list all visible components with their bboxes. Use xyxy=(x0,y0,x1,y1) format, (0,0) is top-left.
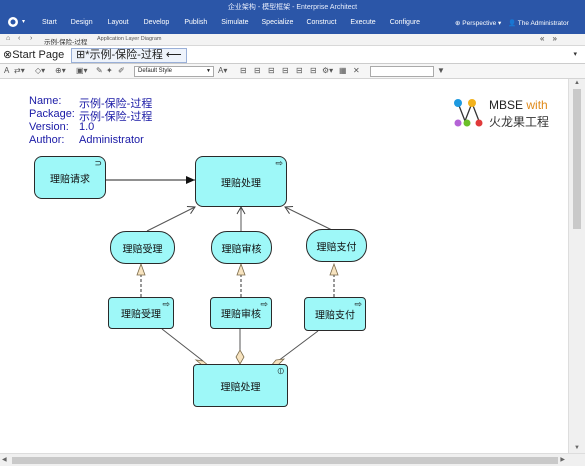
realization-arrowhead-review xyxy=(236,262,246,276)
text-color-icon[interactable]: A▾ xyxy=(218,66,227,75)
align-top-icon[interactable]: ⊟ xyxy=(282,66,289,75)
menu-start[interactable]: Start xyxy=(42,19,57,26)
tab-bar: ⊗Start Page ⊞*示例-保险-过程 ⟵ ▾ xyxy=(0,47,585,64)
menu-design[interactable]: Design xyxy=(71,19,93,26)
chevron-down-icon: ▼ xyxy=(206,68,211,74)
user-label: The Administrator xyxy=(517,20,569,27)
paint-icon[interactable]: ✦ xyxy=(106,66,113,75)
scroll-left-icon[interactable]: ◀ xyxy=(2,456,7,463)
composition-diamond-review xyxy=(235,349,245,365)
breadcrumb: ⌂ ‹ › 示例-保险-过程 Application Layer Diagram… xyxy=(0,34,585,46)
process-arrow-icon: ⇨ xyxy=(275,158,283,168)
node-review-process[interactable]: ⇨ 理赔审核 xyxy=(210,297,272,329)
delete-icon[interactable]: ✕ xyxy=(353,66,360,75)
scroll-down-icon[interactable]: ▼ xyxy=(574,445,580,451)
diagram-tab-icon: ⊞ xyxy=(76,49,86,61)
style-select-value: Default Style xyxy=(138,68,173,74)
align-left-icon[interactable]: ⊟ xyxy=(240,66,247,75)
brush-icon[interactable]: ✎ xyxy=(96,66,103,75)
home-icon[interactable]: ⌂ xyxy=(6,35,10,42)
menu-publish[interactable]: Publish xyxy=(184,19,207,26)
scroll-up-icon[interactable]: ▲ xyxy=(574,80,580,86)
align-middle-icon[interactable]: ⊟ xyxy=(296,66,303,75)
menu-develop[interactable]: Develop xyxy=(144,19,170,26)
style-select[interactable]: Default Style ▼ xyxy=(134,66,214,77)
horizontal-scroll-thumb[interactable] xyxy=(12,457,558,464)
breadcrumb-path[interactable]: 示例-保险-过程 xyxy=(44,36,87,46)
collapse-arrows-icon[interactable]: «» xyxy=(540,34,565,43)
edge-bottom-to-pay[interactable] xyxy=(277,330,319,362)
edge-accept-to-process[interactable] xyxy=(146,206,196,232)
tab-start-label: Start Page xyxy=(12,49,65,61)
node-review-service[interactable]: 理赔审核 xyxy=(211,231,272,264)
node-label: 理赔受理 xyxy=(122,244,163,255)
interface-icon: ⦶ xyxy=(277,366,284,376)
pen-icon[interactable]: ✐ xyxy=(118,66,125,75)
node-pay-process[interactable]: ⇨ 理赔支付 xyxy=(304,297,366,331)
diagram-canvas[interactable]: Name: 示例-保险-过程 Package: 示例-保险-过程 Version… xyxy=(0,79,568,453)
node-pay-service[interactable]: 理赔支付 xyxy=(306,229,367,262)
grid-icon[interactable]: ▦ xyxy=(339,66,347,75)
zoom-icon[interactable]: ⊕▾ xyxy=(55,66,66,75)
tab-diagram-label: *示例-保险-过程 xyxy=(85,49,163,61)
menu-simulate[interactable]: Simulate xyxy=(221,19,248,26)
node-claim-process-top[interactable]: ⇨ 理赔处理 xyxy=(195,156,287,207)
event-icon: ⊃ xyxy=(94,158,102,168)
vertical-scroll-thumb[interactable] xyxy=(573,89,581,229)
forward-icon[interactable]: › xyxy=(30,35,32,42)
breadcrumb-diagram-type: Application Layer Diagram xyxy=(97,36,162,42)
tab-diagram[interactable]: ⊞*示例-保险-过程 ⟵ xyxy=(71,48,187,63)
shape-icon[interactable]: ◇▾ xyxy=(35,66,45,75)
realization-arrowhead-accept xyxy=(136,262,146,276)
tools-icon[interactable]: ⚙▾ xyxy=(322,66,333,75)
node-label: 理赔处理 xyxy=(221,178,261,189)
tab-start-page[interactable]: ⊗Start Page xyxy=(3,48,64,63)
scroll-right-icon[interactable]: ▶ xyxy=(560,456,565,463)
perspective-button[interactable]: ⊕ Perspective ▾ xyxy=(455,19,501,27)
back-icon[interactable]: ‹ xyxy=(18,35,20,42)
menu-construct[interactable]: Construct xyxy=(306,19,336,26)
layout-icon[interactable]: ⇄▾ xyxy=(14,66,25,75)
window-title: 企业架构 - 模型框架 - Enterprise Architect xyxy=(227,4,358,11)
node-label: 理赔支付 xyxy=(315,310,355,322)
main-menu: Start Design Layout Develop Publish Simu… xyxy=(42,19,420,26)
node-label: 理赔处理 xyxy=(220,382,261,393)
menu-layout[interactable]: Layout xyxy=(108,19,129,26)
vertical-scrollbar[interactable]: ▲ ▼ xyxy=(568,79,585,453)
horizontal-scrollbar[interactable]: ◀ ▶ xyxy=(0,453,585,466)
diagram-toolbar: A ⇄▾ ◇▾ ⊕▾ ▣▾ ✎ ✦ ✐ Default Style ▼ A▾ ⊟ … xyxy=(0,64,585,79)
title-ribbon-bar: 企业架构 - 模型框架 - Enterprise Architect ▾ Sta… xyxy=(0,0,585,34)
menu-configure[interactable]: Configure xyxy=(390,19,420,26)
perspective-label: Perspective xyxy=(462,20,497,27)
font-icon[interactable]: A xyxy=(4,66,9,75)
menu-specialize[interactable]: Specialize xyxy=(262,19,294,26)
align-bottom-icon[interactable]: ⊟ xyxy=(310,66,317,75)
node-accept-service[interactable]: 理赔受理 xyxy=(110,231,175,264)
node-label: 理赔支付 xyxy=(316,242,357,253)
toolbar-search-input[interactable] xyxy=(370,66,434,77)
node-label: 理赔受理 xyxy=(121,309,161,321)
menu-execute[interactable]: Execute xyxy=(350,19,375,26)
align-center-icon[interactable]: ⊟ xyxy=(254,66,261,75)
filter-icon[interactable]: ▼ xyxy=(437,66,445,75)
edge-bottom-to-accept[interactable] xyxy=(161,328,204,362)
ea-logo-icon[interactable] xyxy=(6,16,20,28)
node-label: 理赔审核 xyxy=(221,309,261,321)
node-label: 理赔请求 xyxy=(50,174,90,185)
node-accept-process[interactable]: ⇨ 理赔受理 xyxy=(108,297,174,329)
chevron-down-icon[interactable]: ▾ xyxy=(22,18,25,25)
align-right-icon[interactable]: ⊟ xyxy=(268,66,275,75)
realization-arrowhead-pay xyxy=(329,262,339,276)
node-claim-request[interactable]: ⊃ 理赔请求 xyxy=(34,156,106,199)
edge-pay-to-process[interactable] xyxy=(284,205,335,232)
user-button[interactable]: 👤 The Administrator xyxy=(508,19,569,27)
fill-icon[interactable]: ▣▾ xyxy=(76,66,88,75)
node-label: 理赔审核 xyxy=(221,244,262,255)
node-claim-process-bottom[interactable]: ⦶ 理赔处理 xyxy=(193,364,288,407)
tab-list-icon[interactable]: ▾ xyxy=(573,50,577,58)
